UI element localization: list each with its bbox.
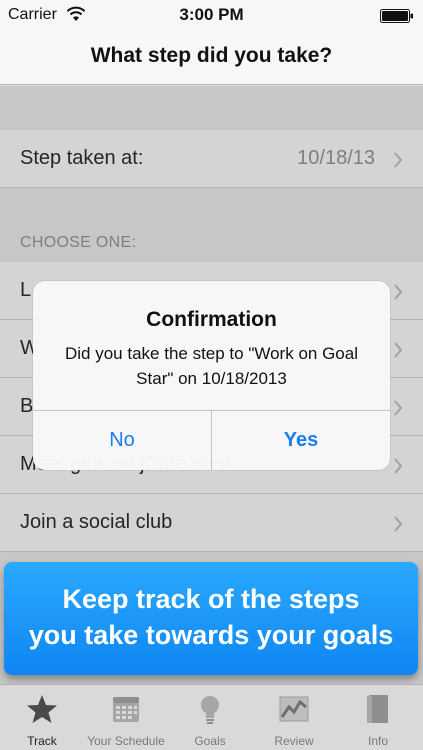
- calendar-icon: [113, 697, 139, 722]
- tab-label: Track: [27, 734, 57, 748]
- step-taken-row[interactable]: Step taken at: 10/18/13: [0, 130, 423, 188]
- navigation-bar: What step did you take?: [0, 30, 423, 85]
- page-title: What step did you take?: [90, 44, 333, 67]
- promo-banner: Keep track of the steps you take towards…: [4, 562, 418, 675]
- tab-review[interactable]: Review: [252, 685, 336, 750]
- chevron-right-icon: [394, 284, 403, 300]
- yes-button[interactable]: Yes: [212, 411, 390, 470]
- step-taken-date: 10/18/13: [297, 147, 375, 169]
- tab-track[interactable]: Track: [0, 685, 84, 750]
- status-bar: Carrier 3:00 PM: [0, 0, 423, 30]
- lightbulb-icon: [201, 696, 219, 724]
- book-icon: [367, 695, 388, 723]
- no-button[interactable]: No: [33, 411, 211, 470]
- tab-goals[interactable]: Goals: [168, 685, 252, 750]
- option-label: L: [20, 279, 32, 301]
- section-spacer: [0, 86, 423, 130]
- tab-label: Goals: [194, 734, 226, 748]
- chevron-right-icon: [394, 400, 403, 416]
- confirmation-alert: Confirmation Did you take the step to "W…: [33, 281, 390, 470]
- chart-icon: [279, 696, 309, 722]
- alert-message: Did you take the step to "Work on Goal S…: [65, 344, 358, 388]
- option-label: Join a social club: [20, 511, 173, 533]
- promo-text: you take towards your goals: [28, 620, 394, 650]
- step-taken-label: Step taken at:: [20, 147, 144, 169]
- tab-info[interactable]: Info: [336, 685, 420, 750]
- tab-your-schedule[interactable]: Your Schedule: [84, 685, 168, 750]
- chevron-right-icon: [394, 342, 403, 358]
- tab-label: Info: [367, 734, 388, 748]
- tab-label: Review: [274, 734, 314, 748]
- chevron-right-icon: [394, 152, 403, 168]
- chevron-right-icon: [394, 458, 403, 474]
- chevron-right-icon: [394, 516, 403, 532]
- status-time: 3:00 PM: [179, 5, 244, 24]
- tab-bar: Track Your Schedule Goals Review Info: [0, 684, 423, 750]
- battery-icon: [380, 9, 413, 23]
- option-row[interactable]: Join a social club: [0, 494, 423, 552]
- option-label: B: [20, 395, 34, 417]
- alert-title: Confirmation: [146, 308, 277, 331]
- choose-one-header: CHOOSE ONE:: [20, 234, 137, 251]
- promo-text: Keep track of the steps: [62, 584, 360, 614]
- star-icon: [27, 695, 57, 723]
- tab-label: Your Schedule: [87, 734, 165, 748]
